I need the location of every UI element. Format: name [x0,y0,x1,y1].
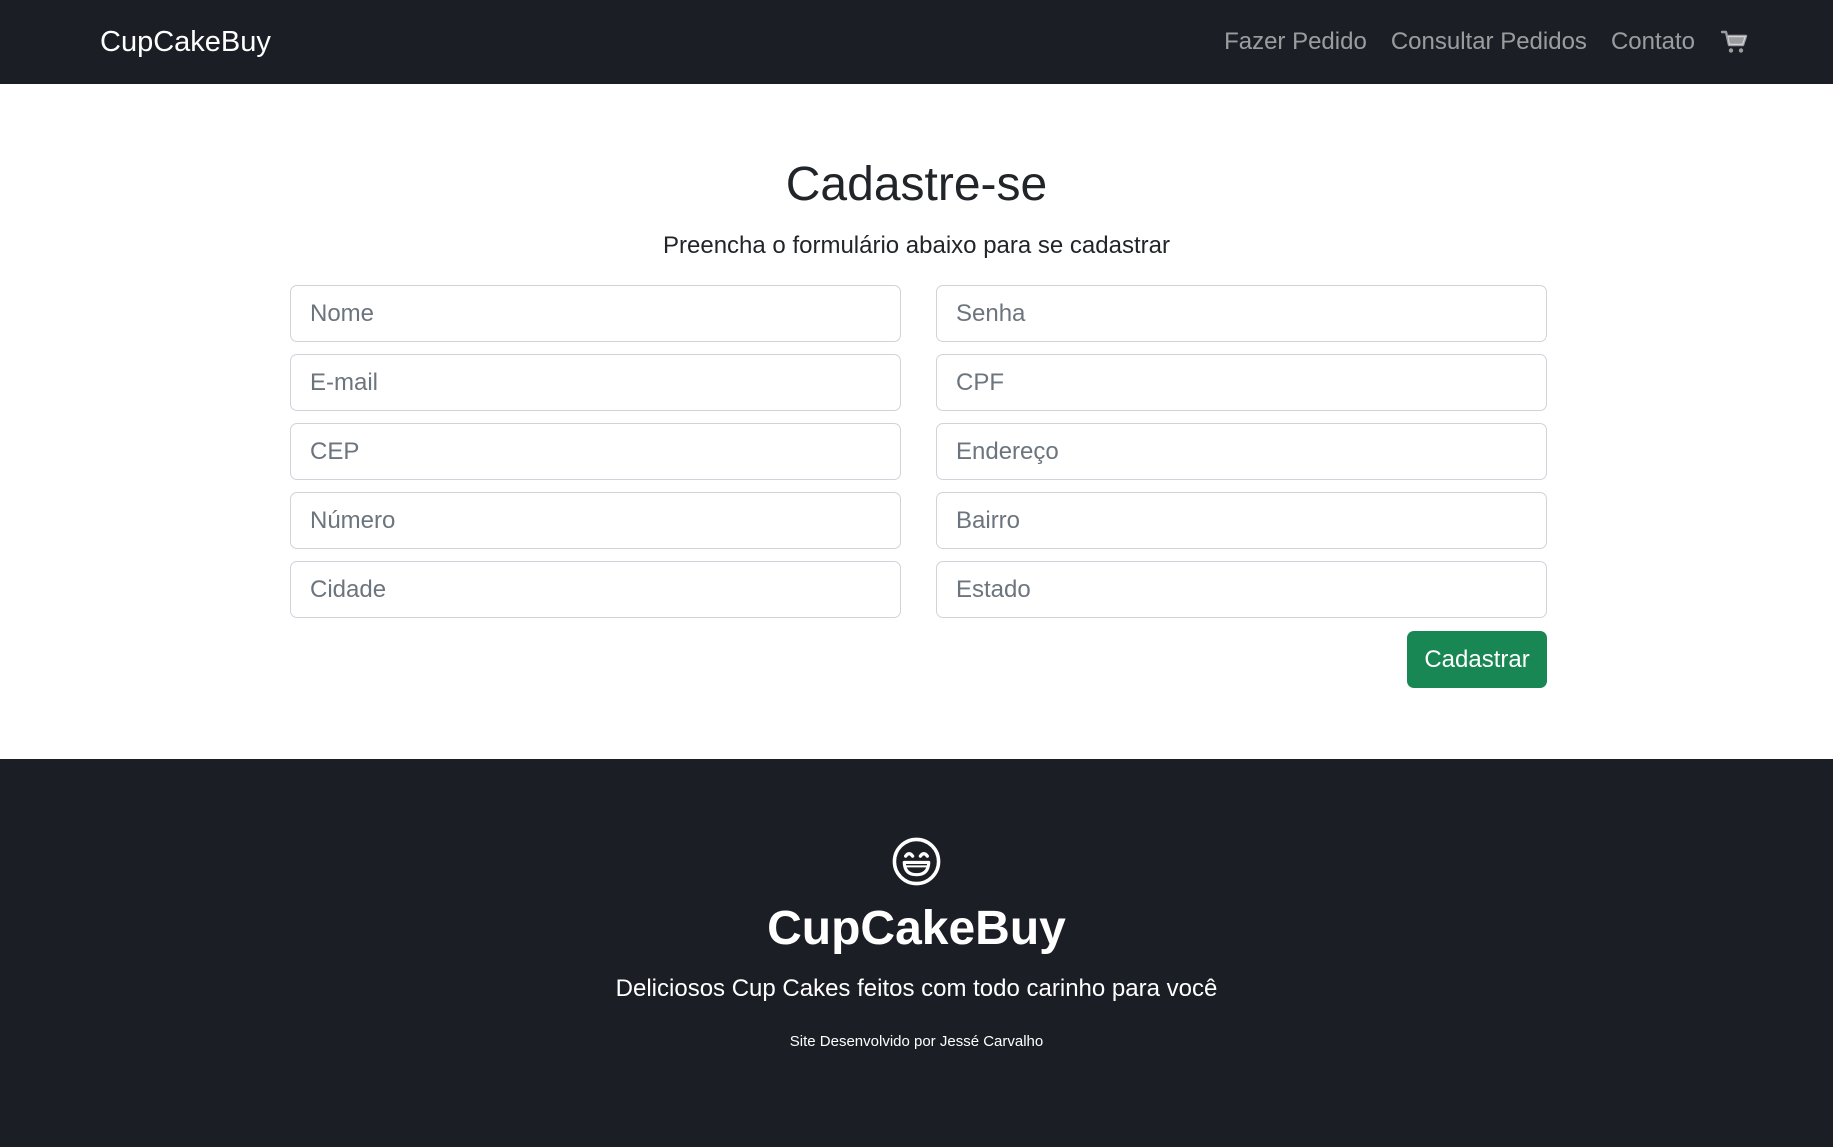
footer: CupCakeBuy Deliciosos Cup Cakes feitos c… [0,759,1833,1147]
footer-tagline: Deliciosos Cup Cakes feitos com todo car… [615,975,1218,1002]
nome-input[interactable] [290,285,901,342]
page-subtitle: Preencha o formulário abaixo para se cad… [663,232,1170,259]
navbar: CupCakeBuy Fazer Pedido Consultar Pedido… [0,0,1833,84]
nav-link-contato[interactable]: Contato [1611,28,1695,56]
footer-brand: CupCakeBuy [767,902,1066,955]
registration-form [290,285,1547,618]
cadastrar-button[interactable]: Cadastrar [1407,631,1547,688]
cart-icon [1721,30,1748,53]
email-input[interactable] [290,354,901,411]
page-title: Cadastre-se [785,158,1048,211]
smiley-icon [892,837,941,886]
registration-section: Cadastre-se Preencha o formulário abaixo… [0,84,1833,759]
estado-input[interactable] [936,561,1547,618]
senha-input[interactable] [936,285,1547,342]
cep-input[interactable] [290,423,901,480]
nav-link-consultar-pedidos[interactable]: Consultar Pedidos [1391,28,1587,56]
numero-input[interactable] [290,492,901,549]
cart-button[interactable] [1721,30,1748,54]
footer-credit: Site Desenvolvido por Jessé Carvalho [789,1033,1044,1050]
bairro-input[interactable] [936,492,1547,549]
cidade-input[interactable] [290,561,901,618]
navbar-brand[interactable]: CupCakeBuy [100,26,271,59]
nav-link-fazer-pedido[interactable]: Fazer Pedido [1224,28,1367,56]
nav-links: Fazer Pedido Consultar Pedidos Contato [1224,28,1748,56]
cpf-input[interactable] [936,354,1547,411]
endereco-input[interactable] [936,423,1547,480]
